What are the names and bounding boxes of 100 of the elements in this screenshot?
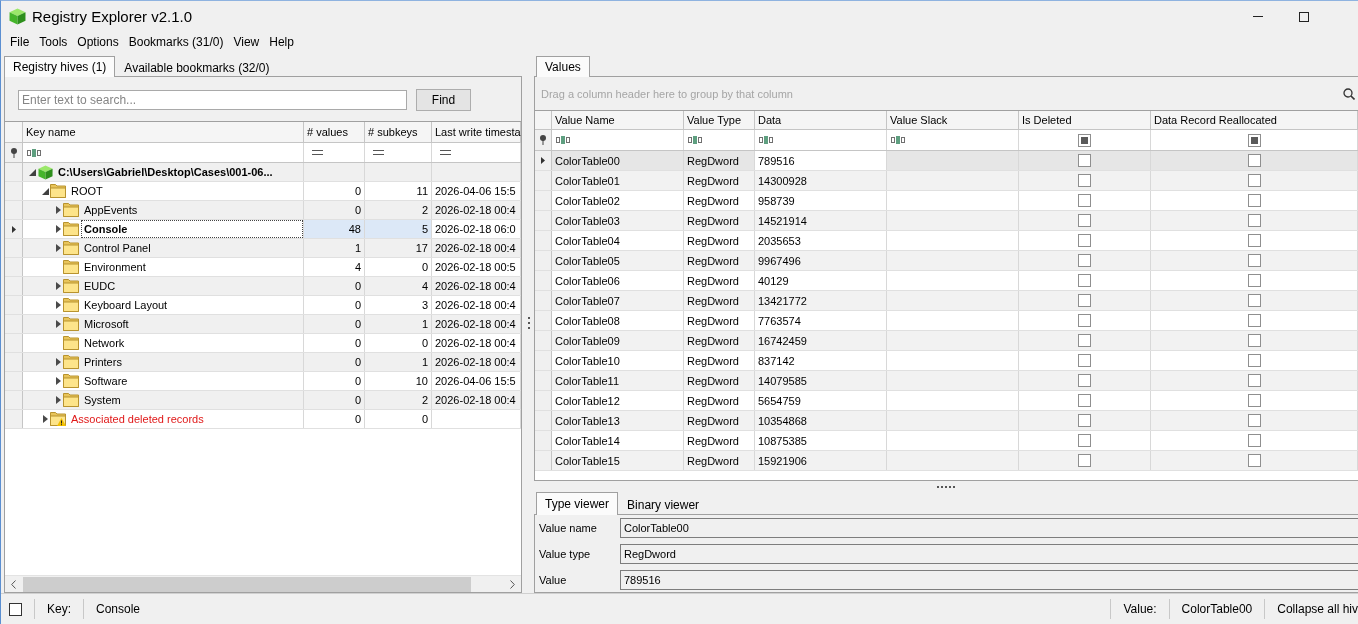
value-row[interactable]: ColorTable03 RegDword 14521914 bbox=[535, 211, 1358, 231]
caret-down-icon[interactable] bbox=[28, 168, 36, 176]
tree-row[interactable]: C:\Users\Gabriel\Desktop\Cases\001-06... bbox=[5, 163, 521, 182]
pin-icon[interactable] bbox=[540, 135, 546, 145]
menu-item[interactable]: File bbox=[10, 35, 30, 49]
value-field[interactable]: 789516 bbox=[620, 570, 1358, 590]
value-row[interactable]: ColorTable14 RegDword 10875385 bbox=[535, 431, 1358, 451]
menu-item[interactable]: Help bbox=[269, 35, 294, 49]
tree-node[interactable]: EUDC bbox=[23, 277, 304, 295]
tree-row[interactable]: Microsoft 0 1 2026-02-18 00:4 bbox=[5, 315, 521, 334]
caret-right-icon[interactable] bbox=[55, 225, 61, 233]
value-field[interactable]: RegDword bbox=[620, 544, 1358, 564]
tab[interactable]: Binary viewer bbox=[618, 494, 709, 514]
tree-row[interactable]: Associated deleted records 0 0 bbox=[5, 410, 521, 429]
checkbox[interactable] bbox=[1247, 154, 1261, 167]
checkbox[interactable] bbox=[1078, 394, 1091, 407]
text-filter-icon[interactable] bbox=[891, 136, 905, 144]
tab[interactable]: Type viewer bbox=[536, 492, 619, 515]
column-header[interactable]: Is Deleted bbox=[1019, 111, 1151, 129]
checkbox[interactable] bbox=[1078, 214, 1091, 227]
checkbox[interactable] bbox=[1078, 154, 1091, 167]
column-header[interactable]: Last write timesta bbox=[432, 122, 521, 142]
tree-row[interactable]: ROOT 0 11 2026-04-06 15:5 bbox=[5, 182, 521, 201]
caret-right-icon[interactable] bbox=[55, 244, 61, 252]
checkbox[interactable] bbox=[1247, 334, 1261, 347]
checkbox[interactable] bbox=[1247, 194, 1261, 207]
equals-icon[interactable] bbox=[440, 150, 451, 155]
search-field[interactable]: Enter text to search... bbox=[18, 90, 407, 110]
text-filter-icon[interactable] bbox=[556, 136, 570, 144]
checkbox[interactable] bbox=[1078, 414, 1091, 427]
checkbox[interactable] bbox=[1078, 454, 1091, 467]
column-header[interactable]: # values bbox=[304, 122, 365, 142]
column-header[interactable]: Data bbox=[755, 111, 887, 129]
tree-node[interactable]: ROOT bbox=[23, 182, 304, 200]
value-row[interactable]: ColorTable09 RegDword 16742459 bbox=[535, 331, 1358, 351]
column-header[interactable]: # subkeys bbox=[365, 122, 432, 142]
caret-right-icon[interactable] bbox=[55, 377, 61, 385]
checkbox[interactable] bbox=[1078, 234, 1091, 247]
menu-item[interactable]: Options bbox=[77, 35, 119, 49]
tree-row[interactable]: EUDC 0 4 2026-02-18 00:4 bbox=[5, 277, 521, 296]
equals-icon[interactable] bbox=[312, 150, 323, 155]
tree-node[interactable]: Printers bbox=[23, 353, 304, 371]
filter-checkbox[interactable] bbox=[1247, 133, 1261, 147]
checkbox[interactable] bbox=[1078, 274, 1091, 287]
tree-node[interactable]: Microsoft bbox=[23, 315, 304, 333]
checkbox[interactable] bbox=[1247, 394, 1261, 407]
tree-node[interactable]: Associated deleted records bbox=[23, 410, 304, 428]
value-row[interactable]: ColorTable00 RegDword 789516 bbox=[535, 151, 1358, 171]
value-row[interactable]: ColorTable06 RegDword 40129 bbox=[535, 271, 1358, 291]
find-button[interactable]: Find bbox=[416, 89, 471, 111]
value-row[interactable]: ColorTable08 RegDword 7763574 bbox=[535, 311, 1358, 331]
tree-node[interactable]: C:\Users\Gabriel\Desktop\Cases\001-06... bbox=[23, 163, 304, 181]
tree-node[interactable]: Keyboard Layout bbox=[23, 296, 304, 314]
value-row[interactable]: ColorTable12 RegDword 5654759 bbox=[535, 391, 1358, 411]
value-row[interactable]: ColorTable02 RegDword 958739 bbox=[535, 191, 1358, 211]
tree-row[interactable]: Network 0 0 2026-02-18 00:4 bbox=[5, 334, 521, 353]
caret-right-icon[interactable] bbox=[55, 282, 61, 290]
checkbox[interactable] bbox=[1247, 314, 1261, 327]
checkbox[interactable] bbox=[1247, 374, 1261, 387]
horizontal-scrollbar[interactable] bbox=[5, 575, 521, 592]
pin-icon[interactable] bbox=[10, 147, 17, 158]
checkbox[interactable] bbox=[1247, 294, 1261, 307]
caret-right-icon[interactable] bbox=[55, 301, 61, 309]
value-row[interactable]: ColorTable05 RegDword 9967496 bbox=[535, 251, 1358, 271]
grip-icon[interactable] bbox=[937, 485, 955, 488]
equals-icon[interactable] bbox=[373, 150, 384, 155]
value-row[interactable]: ColorTable04 RegDword 2035653 bbox=[535, 231, 1358, 251]
tree-row[interactable]: Software 0 10 2026-04-06 15:5 bbox=[5, 372, 521, 391]
scrollbar-thumb[interactable] bbox=[23, 576, 471, 592]
tree-node[interactable]: AppEvents bbox=[23, 201, 304, 219]
checkbox[interactable] bbox=[1247, 174, 1261, 187]
tab[interactable]: Values bbox=[536, 56, 590, 77]
value-row[interactable]: ColorTable13 RegDword 10354868 bbox=[535, 411, 1358, 431]
tab[interactable]: Registry hives (1) bbox=[4, 56, 116, 77]
checkbox[interactable] bbox=[1078, 354, 1091, 367]
tree-row[interactable]: System 0 2 2026-02-18 00:4 bbox=[5, 391, 521, 410]
chevron-right-icon[interactable] bbox=[510, 579, 515, 589]
checkbox[interactable] bbox=[1078, 174, 1091, 187]
value-row[interactable]: ColorTable11 RegDword 14079585 bbox=[535, 371, 1358, 391]
search-icon[interactable] bbox=[1343, 87, 1355, 100]
column-header[interactable]: Value Slack bbox=[887, 111, 1019, 129]
tree-node[interactable]: System bbox=[23, 391, 304, 409]
checkbox[interactable] bbox=[1247, 354, 1261, 367]
caret-right-icon[interactable] bbox=[55, 320, 61, 328]
tab[interactable]: Available bookmarks (32/0) bbox=[115, 58, 279, 76]
tree-node[interactable]: Network bbox=[23, 334, 304, 352]
tree-row[interactable]: Keyboard Layout 0 3 2026-02-18 00:4 bbox=[5, 296, 521, 315]
column-header[interactable]: Value Type bbox=[684, 111, 755, 129]
status-action[interactable]: Collapse all hiv bbox=[1277, 602, 1358, 616]
caret-down-icon[interactable] bbox=[41, 187, 49, 195]
grip-icon[interactable] bbox=[527, 316, 530, 329]
checkbox[interactable] bbox=[1247, 234, 1261, 247]
checkbox[interactable] bbox=[1078, 314, 1091, 327]
column-header[interactable]: Value Name bbox=[552, 111, 684, 129]
column-header[interactable]: Data Record Reallocated bbox=[1151, 111, 1358, 129]
checkbox[interactable] bbox=[1078, 294, 1091, 307]
tree-row[interactable]: Console 48 5 2026-02-18 06:0 bbox=[5, 220, 521, 239]
tree-row[interactable]: Environment 4 0 2026-02-18 00:5 bbox=[5, 258, 521, 277]
checkbox[interactable] bbox=[1247, 214, 1261, 227]
checkbox[interactable] bbox=[1247, 274, 1261, 287]
